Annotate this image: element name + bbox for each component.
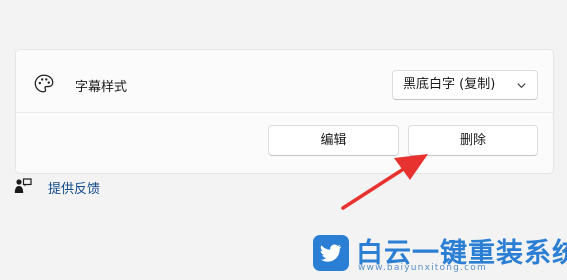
arrow-icon <box>341 154 428 210</box>
watermark-url: www.baiyunxitong.com <box>358 263 487 273</box>
dropdown-value: 黑底白字 (复制) <box>403 77 496 92</box>
feedback-icon <box>14 178 32 193</box>
feedback-link[interactable]: 提供反馈 <box>48 178 100 197</box>
card-divider <box>16 112 553 113</box>
watermark: 白云一键重装系统 www.baiyunxitong.com <box>312 234 567 274</box>
subtitle-style-label: 字幕样式 <box>75 80 128 95</box>
subtitle-style-card: 字幕样式 黑底白字 (复制) 编辑 删除 <box>15 49 554 174</box>
twitter-bird-logo <box>313 235 349 271</box>
chevron-down-icon <box>517 83 526 89</box>
subtitle-style-dropdown[interactable]: 黑底白字 (复制) <box>392 70 538 100</box>
palette-icon <box>34 74 54 93</box>
